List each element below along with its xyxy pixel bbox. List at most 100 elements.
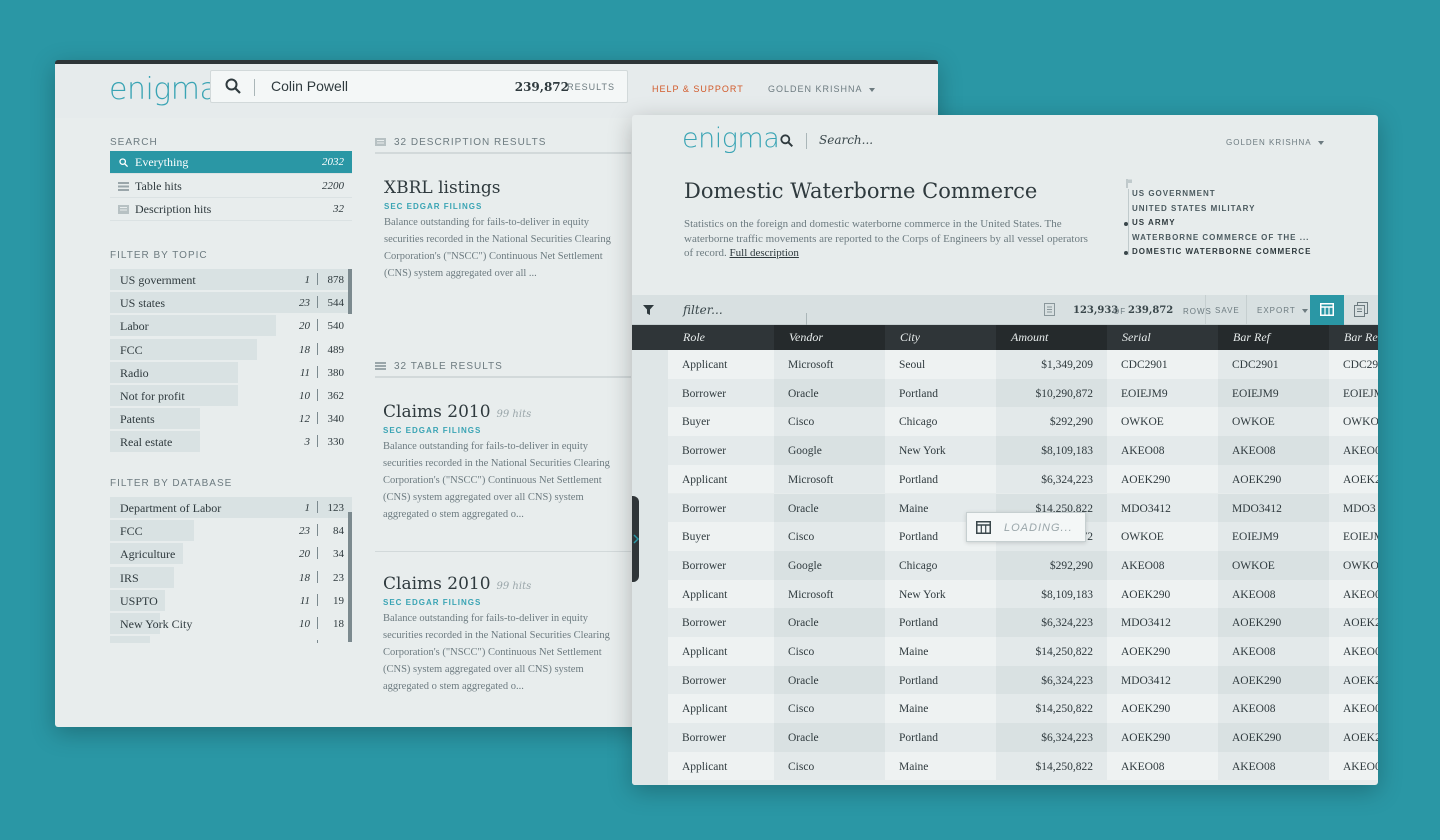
table-cell[interactable]: $6,324,223 (996, 723, 1107, 752)
enigma-logo[interactable]: enigma (109, 72, 218, 107)
table-cell[interactable]: Cisco (774, 522, 885, 551)
table-cell[interactable]: Cisco (774, 751, 885, 781)
table-cell[interactable]: EOIEJM9 (1218, 378, 1329, 408)
table-cell[interactable]: Borrower (668, 551, 774, 580)
table-cell[interactable]: OWKO (1329, 407, 1378, 436)
table-cell[interactable]: $6,324,223 (996, 464, 1107, 494)
table-cell[interactable]: AKEO0 (1329, 637, 1378, 666)
table-cell[interactable]: Applicant (668, 637, 774, 666)
table-cell[interactable]: Buyer (668, 407, 774, 436)
topic-scrollbar[interactable] (348, 269, 352, 314)
search-type-table-hits[interactable]: Table hits 2200 (110, 175, 352, 198)
table-cell[interactable]: EOIEJM9 (1107, 379, 1218, 408)
table-cell[interactable]: $14,250,822 (996, 637, 1107, 666)
table-cell[interactable]: Seoul (885, 350, 996, 379)
table-cell[interactable]: Borrower (668, 723, 774, 752)
column-header[interactable]: Bar Ref (1218, 325, 1329, 350)
user-menu[interactable]: GOLDEN KRISHNA (1226, 138, 1324, 147)
table-cell[interactable]: AKEO08 (1107, 752, 1218, 781)
table-cell[interactable]: AOEK2 (1329, 666, 1378, 695)
table-cell[interactable]: AOEK290 (1218, 723, 1329, 752)
table-cell[interactable]: Portland (885, 379, 996, 408)
table-cell[interactable]: Microsoft (774, 350, 885, 379)
topic-filter-item[interactable]: Real estate 3 330 (110, 431, 352, 454)
topic-filter-item[interactable]: Not for profit 10 362 (110, 385, 352, 407)
table-cell[interactable]: AKEO08 (1218, 751, 1329, 781)
table-cell[interactable]: OWKOE (1107, 522, 1218, 551)
table-cell[interactable]: Maine (885, 752, 996, 781)
result-source[interactable]: SEC EDGAR FILINGS (383, 426, 613, 435)
table-cell[interactable]: CDC2901 (1218, 350, 1329, 379)
table-cell[interactable]: AKEO08 (1107, 551, 1218, 580)
table-cell[interactable]: $14,250,822 (996, 694, 1107, 724)
search-input[interactable]: Search... (819, 133, 873, 147)
column-header[interactable]: Amount (996, 325, 1107, 350)
table-cell[interactable]: MDO3 (1329, 494, 1378, 523)
table-row[interactable]: Applicant Microsoft Seoul $1,349,209 CDC2901… (668, 350, 1378, 379)
export-button[interactable]: EXPORT (1257, 306, 1308, 315)
topic-filter-item[interactable]: US government 1 878 (110, 269, 352, 291)
result-title[interactable]: Claims 2010 (383, 574, 491, 594)
table-cell[interactable]: AOEK290 (1107, 723, 1218, 752)
table-cell[interactable]: AKEO0 (1329, 752, 1378, 781)
table-cell[interactable]: Portland (885, 723, 996, 752)
table-cell[interactable]: Microsoft (774, 579, 885, 609)
database-filter-item[interactable]: Department of Labor 1 123 (110, 497, 352, 519)
table-cell[interactable]: Applicant (668, 580, 774, 609)
table-cell[interactable]: MDO3412 (1107, 666, 1218, 695)
column-header[interactable]: City (885, 325, 996, 350)
table-cell[interactable]: Borrower (668, 494, 774, 523)
table-row[interactable]: Borrower Google Chicago $292,290 AKEO08 OWKOE… (668, 550, 1378, 580)
table-cell[interactable]: Portland (885, 465, 996, 494)
table-cell[interactable]: AKEO08 (1218, 436, 1329, 465)
database-filter-item[interactable]: New York City 9 15 (110, 636, 352, 645)
table-cell[interactable]: Oracle (774, 378, 885, 408)
table-row[interactable]: Buyer Cisco Chicago $292,290 OWKOE OWKOE OWKO (668, 407, 1378, 437)
table-cell[interactable]: Chicago (885, 407, 996, 436)
table-cell[interactable]: Cisco (774, 407, 885, 437)
table-cell[interactable]: Portland (885, 666, 996, 695)
table-cell[interactable]: AOEK2 (1329, 465, 1378, 494)
breadcrumb-item[interactable]: US ARMY (1124, 218, 1336, 233)
panel-resize-handle[interactable] (632, 496, 640, 582)
table-cell[interactable]: OWKO (1329, 551, 1378, 580)
table-cell[interactable]: Maine (885, 694, 996, 723)
result-source[interactable]: SEC EDGAR FILINGS (383, 598, 613, 607)
table-cell[interactable]: AOEK290 (1218, 464, 1329, 494)
table-cell[interactable]: $8,109,183 (996, 436, 1107, 465)
table-cell[interactable]: Applicant (668, 350, 774, 379)
user-menu[interactable]: GOLDEN KRISHNA (768, 84, 875, 94)
table-cell[interactable]: Borrower (668, 379, 774, 408)
table-cell[interactable]: Oracle (774, 608, 885, 637)
table-cell[interactable]: Cisco (774, 637, 885, 666)
table-cell[interactable]: MDO3412 (1107, 608, 1218, 637)
table-cell[interactable]: CDC29 (1329, 350, 1378, 379)
table-cell[interactable]: AOEK290 (1107, 694, 1218, 723)
table-cell[interactable]: AKEO08 (1218, 579, 1329, 609)
table-cell[interactable]: Oracle (774, 493, 885, 523)
table-cell[interactable]: Borrower (668, 608, 774, 637)
table-cell[interactable]: $6,324,223 (996, 665, 1107, 695)
save-button[interactable]: SAVE (1215, 306, 1240, 315)
table-cell[interactable]: EOIEJM9 (1218, 522, 1329, 551)
search-box[interactable]: Colin Powell 239,872 RESULTS (210, 70, 628, 103)
database-scrollbar[interactable] (348, 512, 352, 642)
table-row[interactable]: Applicant Microsoft New York $8,109,183 AOEK… (668, 579, 1378, 609)
breadcrumb-item[interactable]: WATERBORNE COMMERCE OF THE ... (1126, 233, 1336, 248)
table-cell[interactable]: Applicant (668, 694, 774, 723)
table-cell[interactable]: Applicant (668, 465, 774, 494)
database-filter-item[interactable]: Agriculture 20 34 (110, 543, 352, 566)
database-filter-item[interactable]: IRS 18 23 (110, 566, 352, 589)
database-filter-item[interactable]: New York City 10 18 (110, 613, 352, 635)
topic-filter-item[interactable]: Patents 12 340 (110, 408, 352, 431)
table-row[interactable]: Borrower Oracle Portland $6,324,223 AOEK290 A… (668, 723, 1378, 752)
enigma-logo[interactable]: enigma (682, 123, 780, 154)
search-type-everything[interactable]: Everything 2032 (110, 151, 352, 174)
table-cell[interactable]: AOEK290 (1218, 608, 1329, 637)
search-icon[interactable] (780, 134, 793, 147)
table-cell[interactable]: OWKOE (1107, 407, 1218, 436)
column-header[interactable]: Vendor (774, 325, 885, 350)
table-row[interactable]: Applicant Cisco Maine $14,250,822 AKEO08 AKEO… (668, 751, 1378, 781)
topic-filter-item[interactable]: Labor 20 540 (110, 315, 352, 338)
table-cell[interactable]: AKEO0 (1329, 694, 1378, 723)
